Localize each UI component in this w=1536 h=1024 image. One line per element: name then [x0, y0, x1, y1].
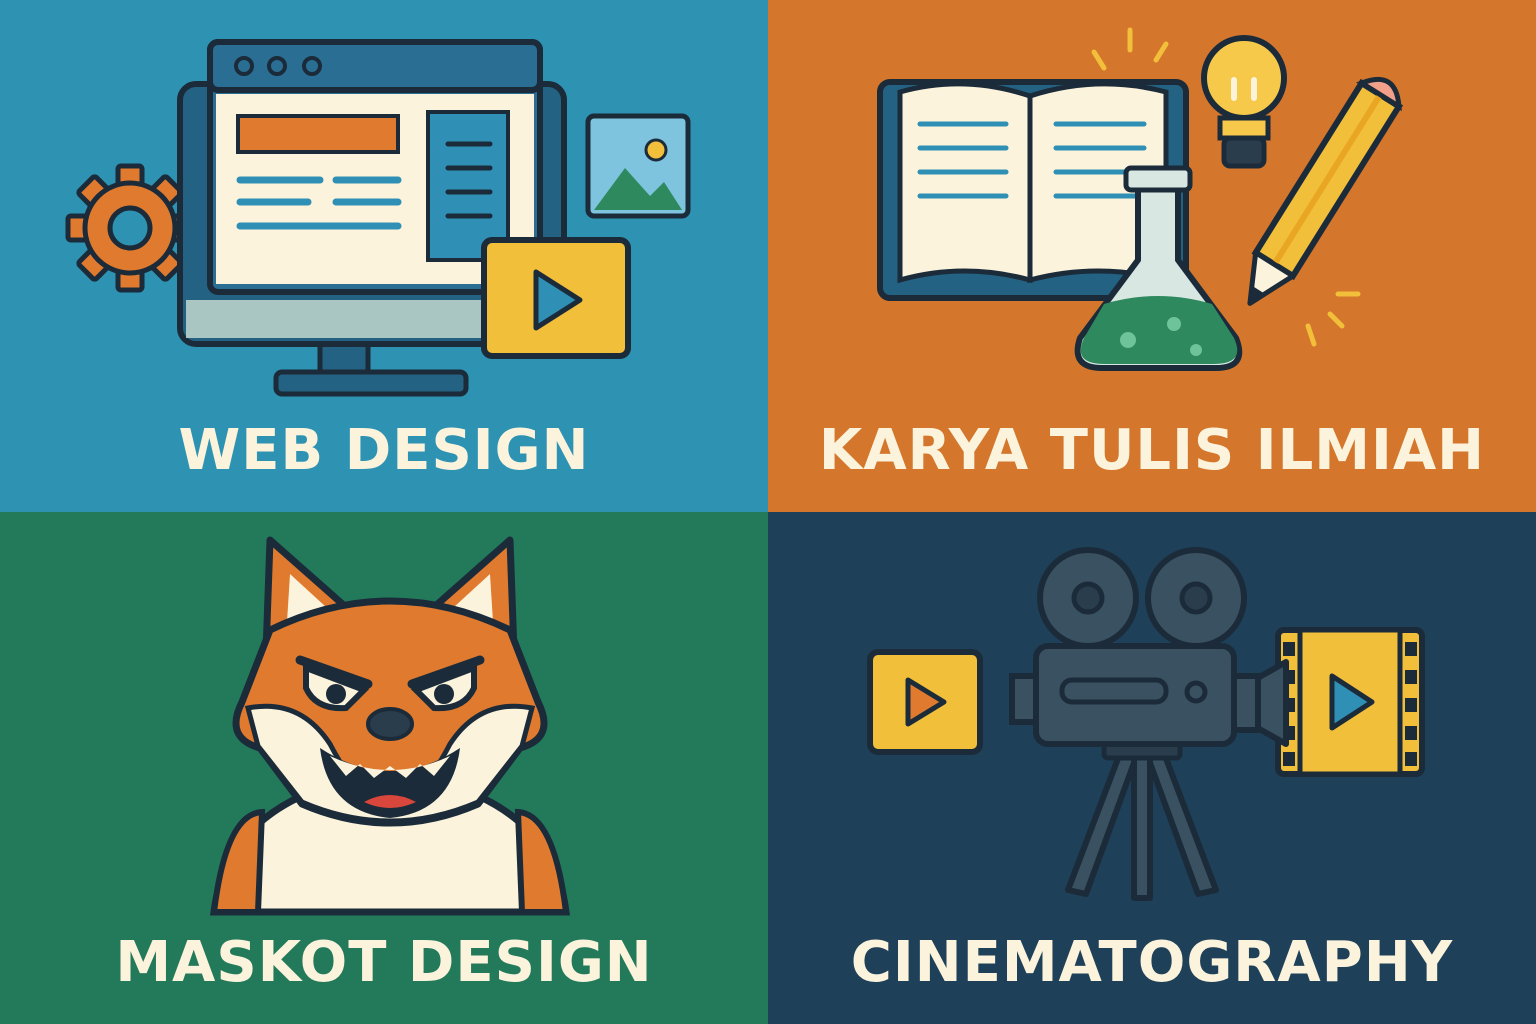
gear-icon — [65, 163, 195, 293]
tile-web-design[interactable]: WEB DESIGN — [0, 0, 768, 512]
tile-karya-tulis-ilmiah[interactable]: KARYA TULIS ILMIAH — [768, 0, 1536, 512]
play-icon — [867, 649, 983, 755]
film-strip-icon — [1275, 627, 1425, 777]
tile-label: CINEMATOGRAPHY — [850, 930, 1454, 995]
tile-label: KARYA TULIS ILMIAH — [818, 418, 1486, 483]
tile-label: WEB DESIGN — [178, 418, 590, 483]
image-icon — [585, 113, 691, 219]
service-grid: WEB DESIGN KARYA TULIS ILMIAH MASKOT DES… — [0, 0, 1536, 1024]
tile-maskot-design[interactable]: MASKOT DESIGN — [0, 512, 768, 1024]
tile-cinematography[interactable]: CINEMATOGRAPHY — [768, 512, 1536, 1024]
camera-body-icon — [1009, 643, 1289, 747]
play-icon — [481, 237, 631, 359]
tile-label: MASKOT DESIGN — [115, 930, 653, 995]
reel-icon — [1037, 547, 1247, 649]
